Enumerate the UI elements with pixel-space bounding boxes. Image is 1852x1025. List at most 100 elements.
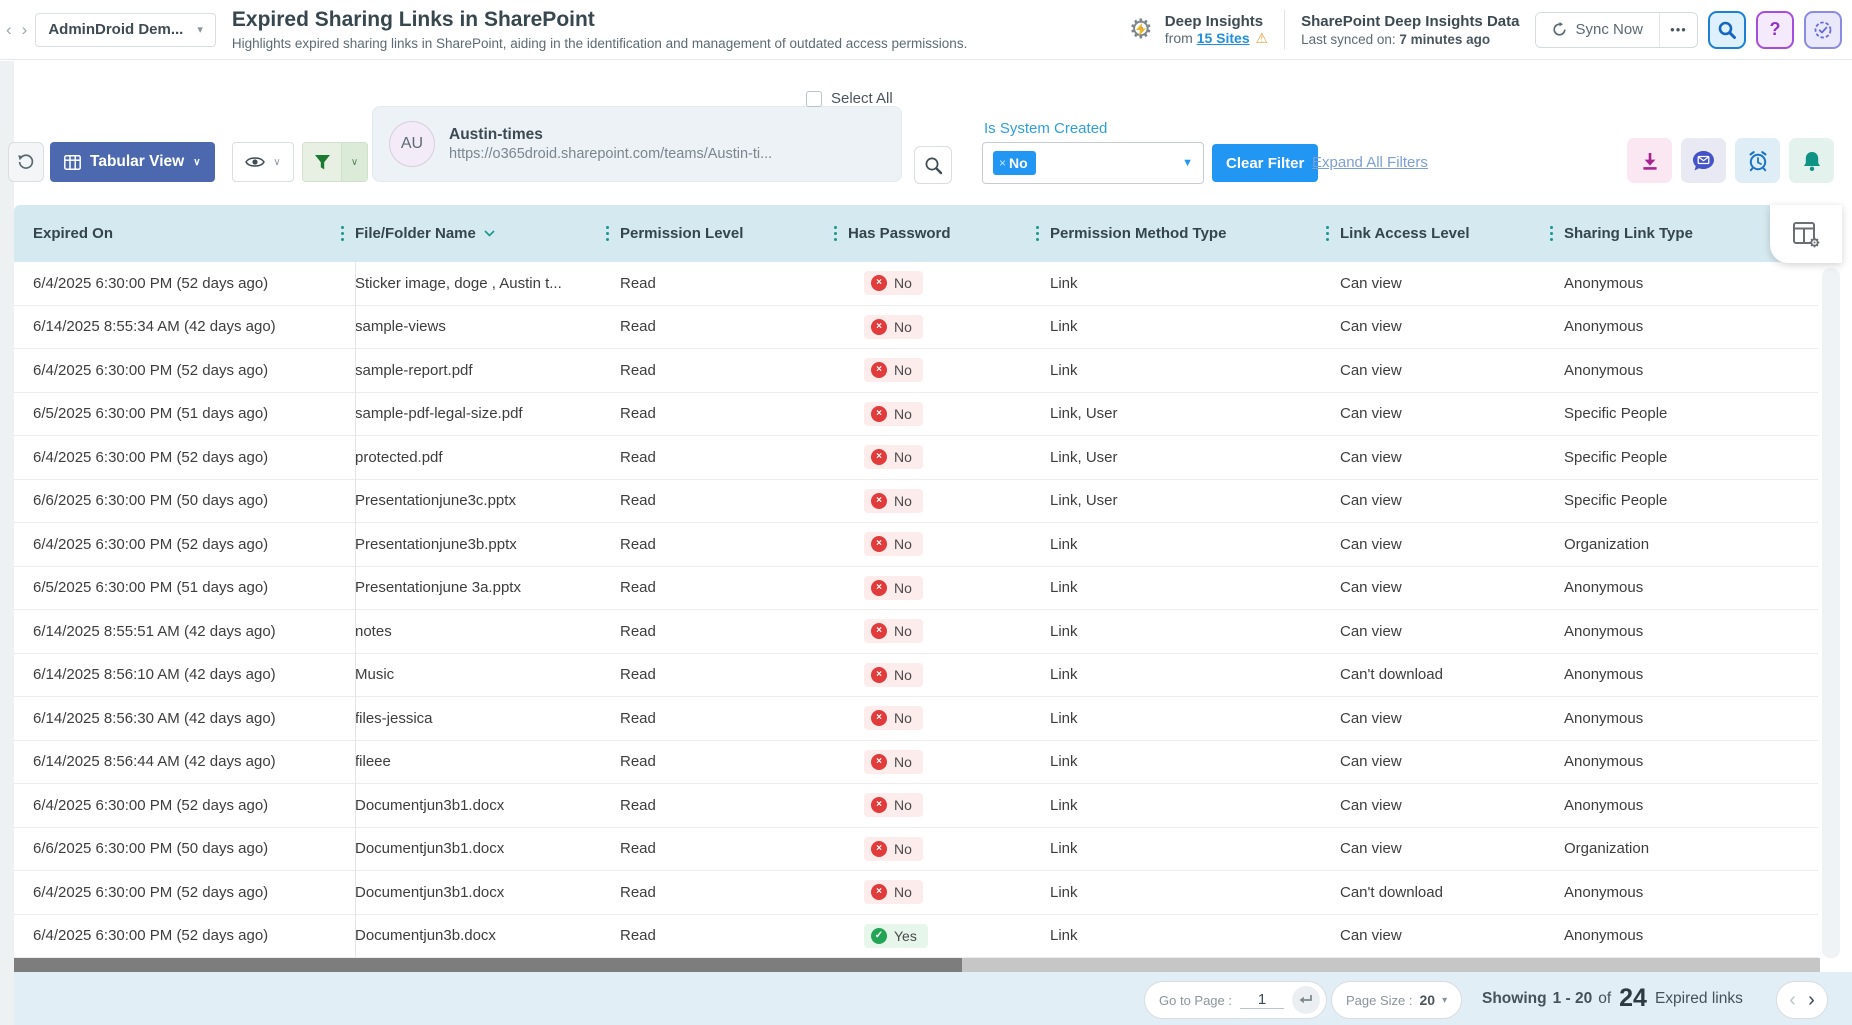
export-download-button[interactable] xyxy=(1627,138,1672,183)
access-level-cell: Can view xyxy=(1340,492,1564,509)
table-row[interactable]: 6/4/2025 6:30:00 PM (52 days ago)sample-… xyxy=(14,349,1818,393)
table-row[interactable]: 6/4/2025 6:30:00 PM (52 days ago)Documen… xyxy=(14,915,1818,959)
showing-suffix: Expired links xyxy=(1655,990,1743,1008)
expired-on-cell: 6/4/2025 6:30:00 PM (52 days ago) xyxy=(14,275,355,292)
column-header-has-password[interactable]: Has Password xyxy=(848,205,1050,262)
column-header-permission-level[interactable]: Permission Level xyxy=(620,205,848,262)
more-options-button[interactable]: ••• xyxy=(1659,13,1697,47)
search-icon xyxy=(1717,20,1737,40)
remove-tag-icon[interactable]: × xyxy=(999,156,1006,170)
filter-caret[interactable]: ∨ xyxy=(341,143,367,181)
sites-link[interactable]: 15 Sites xyxy=(1197,30,1250,46)
page-size-select[interactable]: Page Size : 20 ▾ xyxy=(1331,981,1462,1019)
column-menu-icon[interactable] xyxy=(832,222,840,246)
table-row[interactable]: 6/14/2025 8:55:34 AM (42 days ago)sample… xyxy=(14,306,1818,350)
badge-label: No xyxy=(894,797,912,813)
expired-on-cell: 6/14/2025 8:55:51 AM (42 days ago) xyxy=(14,623,355,640)
chevron-down-icon: ▾ xyxy=(197,23,203,36)
global-search-button[interactable] xyxy=(1708,11,1746,49)
tasks-status-button[interactable] xyxy=(1804,11,1842,49)
sync-now-button[interactable]: Sync Now xyxy=(1536,13,1659,47)
select-all-checkbox[interactable] xyxy=(806,91,822,107)
column-label: Has Password xyxy=(848,225,951,242)
showing-summary: Showing 1 - 20 of 24 Expired links xyxy=(1482,972,1743,1025)
access-level-cell: Can view xyxy=(1340,927,1564,944)
file-name-cell: notes xyxy=(355,623,620,640)
refresh-report-button[interactable] xyxy=(8,142,44,182)
site-filter-card[interactable]: AU Austin-times https://o365droid.sharep… xyxy=(372,106,902,182)
alerts-bell-button[interactable] xyxy=(1789,138,1834,183)
badge-label: No xyxy=(894,710,912,726)
is-system-created-select[interactable]: × No ▼ xyxy=(982,142,1204,184)
table-row[interactable]: 6/4/2025 6:30:00 PM (52 days ago)Documen… xyxy=(14,784,1818,828)
column-menu-icon[interactable] xyxy=(1324,222,1332,246)
sync-info-title: SharePoint Deep Insights Data xyxy=(1301,13,1519,30)
column-header-link-access-level[interactable]: Link Access Level xyxy=(1340,205,1564,262)
table-row[interactable]: 6/4/2025 6:30:00 PM (52 days ago)protect… xyxy=(14,436,1818,480)
expired-on-cell: 6/14/2025 8:55:34 AM (42 days ago) xyxy=(14,318,355,335)
table-row[interactable]: 6/6/2025 6:30:00 PM (50 days ago)Present… xyxy=(14,480,1818,524)
previous-page-button[interactable]: ‹ xyxy=(1789,990,1796,1010)
feedback-chat-button[interactable] xyxy=(1681,138,1726,183)
table-row[interactable]: 6/5/2025 6:30:00 PM (51 days ago)sample-… xyxy=(14,393,1818,437)
file-name-cell: Music xyxy=(355,666,620,683)
badge-label: No xyxy=(894,884,912,900)
column-header-permission-method-type[interactable]: Permission Method Type xyxy=(1050,205,1340,262)
table-row[interactable]: 6/4/2025 6:30:00 PM (52 days ago)Present… xyxy=(14,523,1818,567)
help-button[interactable]: ? xyxy=(1756,11,1794,49)
column-header-expired-on[interactable]: Expired On xyxy=(14,205,355,262)
link-type-cell: Specific People xyxy=(1564,449,1818,466)
chevron-down-icon: ∨ xyxy=(351,157,358,168)
column-menu-icon[interactable] xyxy=(339,222,347,246)
password-no-badge: ×No xyxy=(864,489,923,513)
password-no-badge: ×No xyxy=(864,532,923,556)
table-row[interactable]: 6/4/2025 6:30:00 PM (52 days ago)Sticker… xyxy=(14,262,1818,306)
link-type-cell: Anonymous xyxy=(1564,797,1818,814)
expand-all-filters-link[interactable]: Expand All Filters xyxy=(1312,154,1428,171)
clear-filter-button[interactable]: Clear Filter xyxy=(1212,144,1318,182)
next-page-button[interactable]: › xyxy=(1808,990,1815,1010)
table-search-button[interactable] xyxy=(914,146,952,184)
question-icon: ? xyxy=(1770,19,1781,40)
access-level-cell: Can view xyxy=(1340,710,1564,727)
tenant-selector[interactable]: AdminDroid Dem... ▾ xyxy=(35,13,216,47)
dropdown-caret-icon: ▼ xyxy=(1182,157,1193,169)
table-row[interactable]: 6/14/2025 8:55:51 AM (42 days ago)notesR… xyxy=(14,610,1818,654)
column-menu-icon[interactable] xyxy=(604,222,612,246)
access-level-cell: Can view xyxy=(1340,840,1564,857)
column-settings-button[interactable] xyxy=(1770,205,1842,263)
method-cell: Link, User xyxy=(1050,449,1340,466)
column-menu-icon[interactable] xyxy=(1548,222,1556,246)
badge-label: No xyxy=(894,580,912,596)
goto-page-input[interactable] xyxy=(1240,991,1284,1009)
permission-cell: Read xyxy=(620,405,848,422)
badge-label: No xyxy=(894,667,912,683)
goto-page-go-button[interactable] xyxy=(1292,986,1320,1014)
column-menu-icon[interactable] xyxy=(1034,222,1042,246)
expired-on-cell: 6/4/2025 6:30:00 PM (52 days ago) xyxy=(14,362,355,379)
table-row[interactable]: 6/14/2025 8:56:10 AM (42 days ago)MusicR… xyxy=(14,654,1818,698)
file-name-cell: files-jessica xyxy=(355,710,620,727)
forward-icon[interactable]: › xyxy=(22,20,28,40)
table-row[interactable]: 6/14/2025 8:56:44 AM (42 days ago)fileee… xyxy=(14,741,1818,785)
scrollbar-thumb[interactable] xyxy=(14,958,962,972)
showing-range: 1 - 20 xyxy=(1553,990,1593,1008)
visibility-button[interactable]: ∨ xyxy=(232,142,294,182)
column-header-file-folder-name[interactable]: File/Folder Name xyxy=(355,205,620,262)
table-row[interactable]: 6/4/2025 6:30:00 PM (52 days ago)Documen… xyxy=(14,871,1818,915)
filter-button[interactable]: ∨ xyxy=(302,142,368,182)
page-nav-group: ‹ › xyxy=(1776,981,1828,1019)
table-row[interactable]: 6/6/2025 6:30:00 PM (50 days ago)Documen… xyxy=(14,828,1818,872)
has-password-cell: ×No xyxy=(848,619,1050,643)
back-icon[interactable]: ‹ xyxy=(6,20,12,40)
sort-desc-icon xyxy=(484,230,495,237)
horizontal-scrollbar[interactable] xyxy=(14,958,1820,972)
schedule-alarm-button[interactable] xyxy=(1735,138,1780,183)
app-root: ‹ › AdminDroid Dem... ▾ Expired Sharing … xyxy=(0,0,1852,1025)
cross-icon: × xyxy=(871,667,887,683)
table-row[interactable]: 6/14/2025 8:56:30 AM (42 days ago)files-… xyxy=(14,697,1818,741)
view-mode-button[interactable]: Tabular View ∨ xyxy=(50,142,215,182)
password-no-badge: ×No xyxy=(864,315,923,339)
table-row[interactable]: 6/5/2025 6:30:00 PM (51 days ago)Present… xyxy=(14,567,1818,611)
permission-cell: Read xyxy=(620,449,848,466)
